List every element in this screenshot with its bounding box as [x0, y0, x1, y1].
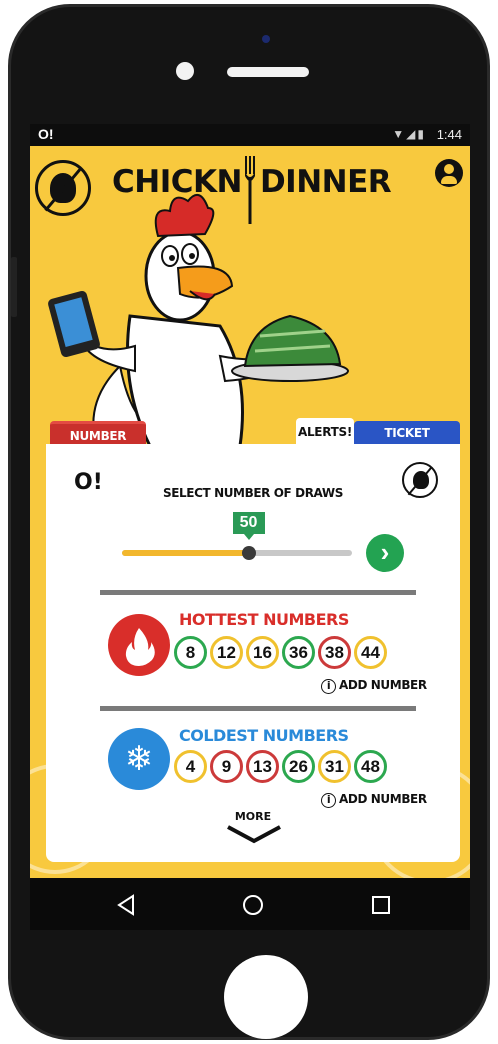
back-icon[interactable] — [115, 894, 137, 916]
slider-value-badge: 50 — [232, 512, 265, 540]
chevron-down-icon[interactable] — [224, 824, 284, 844]
add-number-label: ADD NUMBER — [339, 678, 427, 692]
draws-label: SELECT NUMBER OF DRAWS — [163, 486, 343, 500]
status-time: 1:44 — [436, 127, 462, 142]
alerts-card: O! SELECT NUMBER OF DRAWS 50 › HOTTEST N… — [46, 444, 460, 862]
earpiece-speaker — [227, 67, 309, 77]
tab-ticket-manager[interactable]: TICKET MANAGER — [354, 421, 460, 464]
home-circle-icon[interactable] — [242, 894, 264, 916]
rooster-mascot — [48, 193, 349, 446]
section-divider — [100, 590, 416, 595]
hottest-title: HOTTEST NUMBERS — [179, 610, 349, 629]
front-camera — [262, 35, 270, 43]
draws-slider[interactable]: 50 — [122, 512, 352, 560]
cold-number-ball[interactable]: 13 — [246, 750, 279, 783]
cold-number-ball[interactable]: 9 — [210, 750, 243, 783]
hot-number-ball[interactable]: 38 — [318, 636, 351, 669]
navigation-bar — [30, 878, 470, 930]
home-button[interactable] — [224, 955, 308, 1039]
status-app-icon: O! — [38, 126, 54, 142]
slider-fill — [122, 550, 249, 556]
snowflake-icon: ❄ — [108, 728, 170, 790]
cold-number-ball[interactable]: 48 — [354, 750, 387, 783]
info-icon: i — [321, 679, 336, 694]
app-screen: O! ▼◢▮ 1:44 CHICKN DINNER NUMBER ALERTS!… — [30, 124, 470, 930]
slider-thumb[interactable] — [241, 546, 256, 560]
tab-number-picker[interactable]: NUMBER PICKER — [50, 421, 146, 467]
recents-icon[interactable] — [370, 894, 392, 916]
hot-add-number-button[interactable]: i ADD NUMBER — [321, 678, 427, 694]
cold-number-ball[interactable]: 26 — [282, 750, 315, 783]
proximity-sensor — [176, 62, 194, 80]
user-profile-icon[interactable] — [435, 159, 463, 187]
signal-battery-icon: ▼◢▮ — [392, 127, 426, 141]
cold-add-number-button[interactable]: i ADD NUMBER — [321, 792, 427, 808]
coldest-title: COLDEST NUMBERS — [179, 726, 349, 745]
info-icon: i — [321, 793, 336, 808]
flame-icon — [108, 614, 170, 676]
status-bar: O! ▼◢▮ 1:44 — [30, 124, 470, 146]
more-button[interactable]: MORE — [46, 810, 460, 823]
phone-side-button — [11, 257, 17, 317]
cold-number-ball[interactable]: 4 — [174, 750, 207, 783]
coldest-numbers: 4 9 13 26 31 48 — [174, 750, 387, 783]
flame-glyph — [125, 628, 155, 666]
hot-number-ball[interactable]: 36 — [282, 636, 315, 669]
chevron-right-icon: › — [380, 537, 390, 567]
go-button[interactable]: › — [366, 534, 404, 572]
add-number-label: ADD NUMBER — [339, 792, 427, 806]
section-divider — [100, 706, 416, 711]
hot-number-ball[interactable]: 8 — [174, 636, 207, 669]
hot-number-ball[interactable]: 44 — [354, 636, 387, 669]
cold-number-ball[interactable]: 31 — [318, 750, 351, 783]
tab-alerts[interactable]: ALERTS! — [296, 418, 354, 446]
hot-number-ball[interactable]: 12 — [210, 636, 243, 669]
hot-number-ball[interactable]: 16 — [246, 636, 279, 669]
hottest-numbers: 8 12 16 36 38 44 — [174, 636, 387, 669]
